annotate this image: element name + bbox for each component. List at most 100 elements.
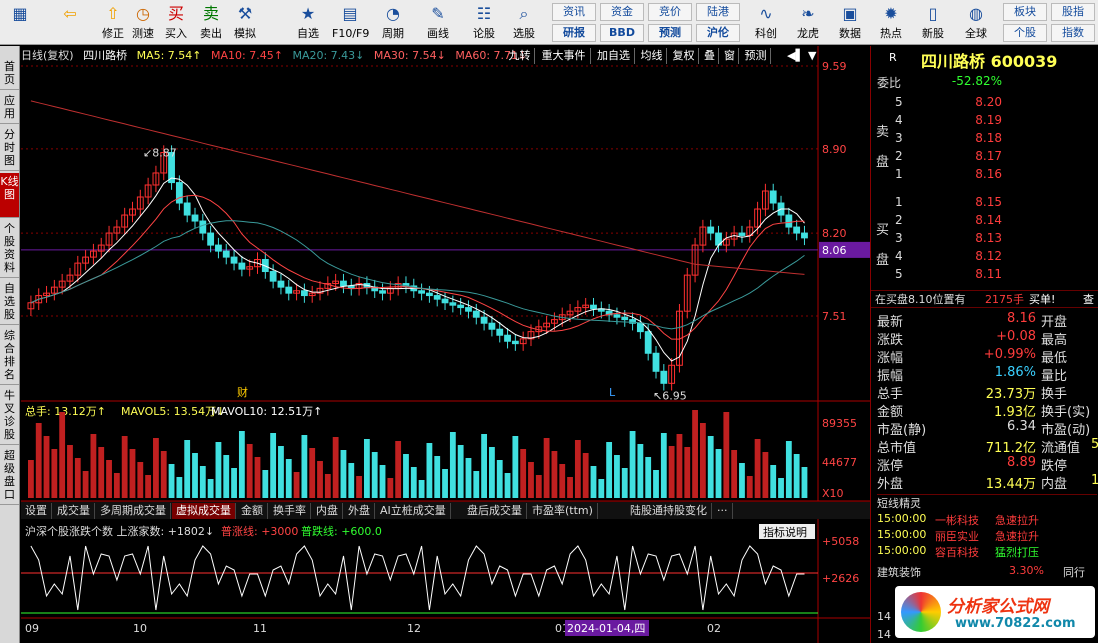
toolbar-sell-button[interactable]: 卖卖出	[193, 2, 229, 40]
short-elf-stock[interactable]: 容百科技	[935, 544, 979, 560]
notice-text: 在买盘8.10位置有	[875, 293, 966, 306]
indicator-tab-1[interactable]: 成交量	[53, 503, 95, 519]
toolbar-buy-button[interactable]: 买买入	[158, 2, 194, 40]
volume-bar	[785, 441, 792, 498]
header-button-2[interactable]: 加自选	[593, 48, 635, 64]
stat-value: 8.89	[1007, 455, 1036, 470]
toolbar-windows-button[interactable]: ▦	[2, 2, 38, 28]
toolbar-f10-button[interactable]: ▤ F10/F9	[332, 2, 369, 40]
toolbar-small-button[interactable]: BBD	[600, 24, 644, 42]
price-tick-label: 9.59	[822, 60, 847, 73]
indicator-tab-3[interactable]: 虚拟成交量	[172, 503, 236, 519]
indicator-tab-2[interactable]: 多周期成交量	[96, 503, 171, 519]
candle-body	[511, 340, 519, 345]
toolbar-dragon-button[interactable]: ❧ 龙虎	[790, 2, 826, 40]
toolbar-hammer-button[interactable]: ⚒ 模拟	[227, 2, 263, 40]
sidebar-item-4[interactable]: 个股资料	[0, 220, 19, 278]
toolbar-small-button[interactable]: 资金	[600, 3, 644, 21]
candle-body	[738, 232, 746, 236]
buy-price[interactable]: 8.12	[975, 249, 1002, 263]
sidebar-item-7[interactable]: 牛叉诊股	[0, 387, 19, 445]
header-button-5[interactable]: 叠	[701, 48, 719, 64]
dropdown-icon[interactable]: ▼	[808, 48, 816, 64]
buy-price[interactable]: 8.15	[975, 195, 1002, 209]
toolbar-small-button[interactable]: 预测	[648, 24, 692, 42]
toolbar-right-button[interactable]: 指数	[1051, 24, 1095, 42]
sidebar-item-3[interactable]: K线图	[0, 173, 19, 218]
toolbar-small-button[interactable]: 研报	[552, 24, 596, 42]
indicator-tab-8[interactable]: AI立桩成交量	[376, 503, 451, 519]
toolbar-cycle-button[interactable]: ◔ 周期	[375, 2, 411, 40]
indicator-tab-9[interactable]: 盘后成交量	[463, 503, 527, 519]
sidebar-item-2[interactable]: 分时图	[0, 126, 19, 171]
toolbar-search-button[interactable]: ⌕ 选股	[506, 2, 542, 40]
panel-toggle-icon[interactable]: ◀▌	[787, 48, 804, 64]
sell-level: 3	[895, 131, 903, 145]
toolbar-right-button[interactable]: 股指	[1051, 3, 1095, 21]
candle-body	[175, 182, 183, 204]
header-button-4[interactable]: 复权	[669, 48, 699, 64]
toolbar-back-arrow-button[interactable]: ⇦	[52, 2, 88, 28]
toolbar-small-button[interactable]: 沪伦	[696, 24, 740, 42]
indicator-tab-10[interactable]: 市盈率(ttm)	[528, 503, 598, 519]
watermark-logo: 分析家公式网 www.70822.com	[895, 586, 1095, 638]
toolbar-globe-button[interactable]: ◍ 全球	[958, 2, 994, 40]
indicator-tab-4[interactable]: 金额	[237, 503, 268, 519]
sidebar-item-0[interactable]: 首页	[0, 58, 19, 90]
toolbar-ipo-button[interactable]: ▯ 新股	[915, 2, 951, 40]
sector-name[interactable]: 建筑装饰	[877, 564, 921, 580]
toolbar-pe-button[interactable]: ▣ 数据	[832, 2, 868, 40]
toolbar-clock-button[interactable]: ◷ 测速	[125, 2, 161, 40]
sell-price[interactable]: 8.20	[975, 95, 1002, 109]
header-button-0[interactable]: 九转	[505, 48, 535, 64]
sell-price[interactable]: 8.18	[975, 131, 1002, 145]
toolbar-right-button[interactable]: 个股	[1003, 24, 1047, 42]
toolbar-right-button[interactable]: 板块	[1003, 3, 1047, 21]
notice-query[interactable]: 查	[1083, 291, 1094, 309]
pen-icon: ✎	[431, 4, 445, 23]
indicator-tab-7[interactable]: 外盘	[344, 503, 375, 519]
indicator-tab-0[interactable]: 设置	[21, 503, 52, 519]
sidebar-item-5[interactable]: 自选股	[0, 280, 19, 325]
header-button-3[interactable]: 均线	[637, 48, 667, 64]
sell-price[interactable]: 8.17	[975, 149, 1002, 163]
kline-chart[interactable]: 9.59 8.90 8.20 7.51 8.06 ↙8.87 ↖6.95 财 L 总手: 13.1…	[21, 46, 870, 643]
ma10-line	[30, 194, 805, 340]
toolbar-small-button[interactable]: 陆港	[696, 3, 740, 21]
toolbar-pen-button[interactable]: ✎ 画线	[420, 2, 456, 40]
current-price-label: 8.06	[822, 244, 847, 257]
toolbar-hot-button[interactable]: ✹ 热点	[873, 2, 909, 40]
toolbar-star-button[interactable]: ★ 自选	[290, 2, 326, 40]
indicator-tab-6[interactable]: 内盘	[312, 503, 343, 519]
header-button-1[interactable]: 重大事件	[537, 48, 591, 64]
toolbar-small-button[interactable]: 资讯	[552, 3, 596, 21]
candle-body	[660, 370, 668, 384]
price-tick-label: 8.90	[822, 143, 847, 156]
buy-price[interactable]: 8.13	[975, 231, 1002, 245]
short-elf-stock[interactable]: 一彬科技	[935, 512, 979, 528]
indicator-tab-12[interactable]: ···	[713, 503, 733, 519]
buy-price[interactable]: 8.14	[975, 213, 1002, 227]
buy-price[interactable]: 8.11	[975, 267, 1002, 281]
toolbar-kechuang-button[interactable]: ∿ 科创	[748, 2, 784, 40]
sell-price[interactable]: 8.19	[975, 113, 1002, 127]
stat-extra-1: 5	[1091, 437, 1098, 452]
hot-icon: ✹	[884, 4, 898, 23]
sidebar-item-8[interactable]: 超级盘口	[0, 447, 19, 505]
header-button-7[interactable]: 预测	[741, 48, 771, 64]
discuss-icon: ☷	[476, 4, 492, 23]
short-elf-stock[interactable]: 丽臣实业	[935, 528, 979, 544]
sector-more[interactable]: 同行	[1063, 564, 1085, 580]
stat-label: 涨停	[877, 459, 904, 474]
indicator-tab-11[interactable]: 陆股通持股变化	[626, 503, 712, 519]
toolbar-discuss-button[interactable]: ☷ 论股	[466, 2, 502, 40]
indicator-tab-5[interactable]: 换手率	[269, 503, 311, 519]
volume-bar	[278, 446, 284, 498]
toolbar-small-button[interactable]: 竞价	[648, 3, 692, 21]
sidebar-item-6[interactable]: 综合排名	[0, 327, 19, 385]
windows-icon: ▦	[12, 4, 28, 23]
sell-price[interactable]: 8.16	[975, 167, 1002, 181]
header-button-6[interactable]: 窗	[721, 48, 739, 64]
sidebar-item-1[interactable]: 应用	[0, 92, 19, 124]
bottom-row-1: 14	[877, 610, 891, 623]
